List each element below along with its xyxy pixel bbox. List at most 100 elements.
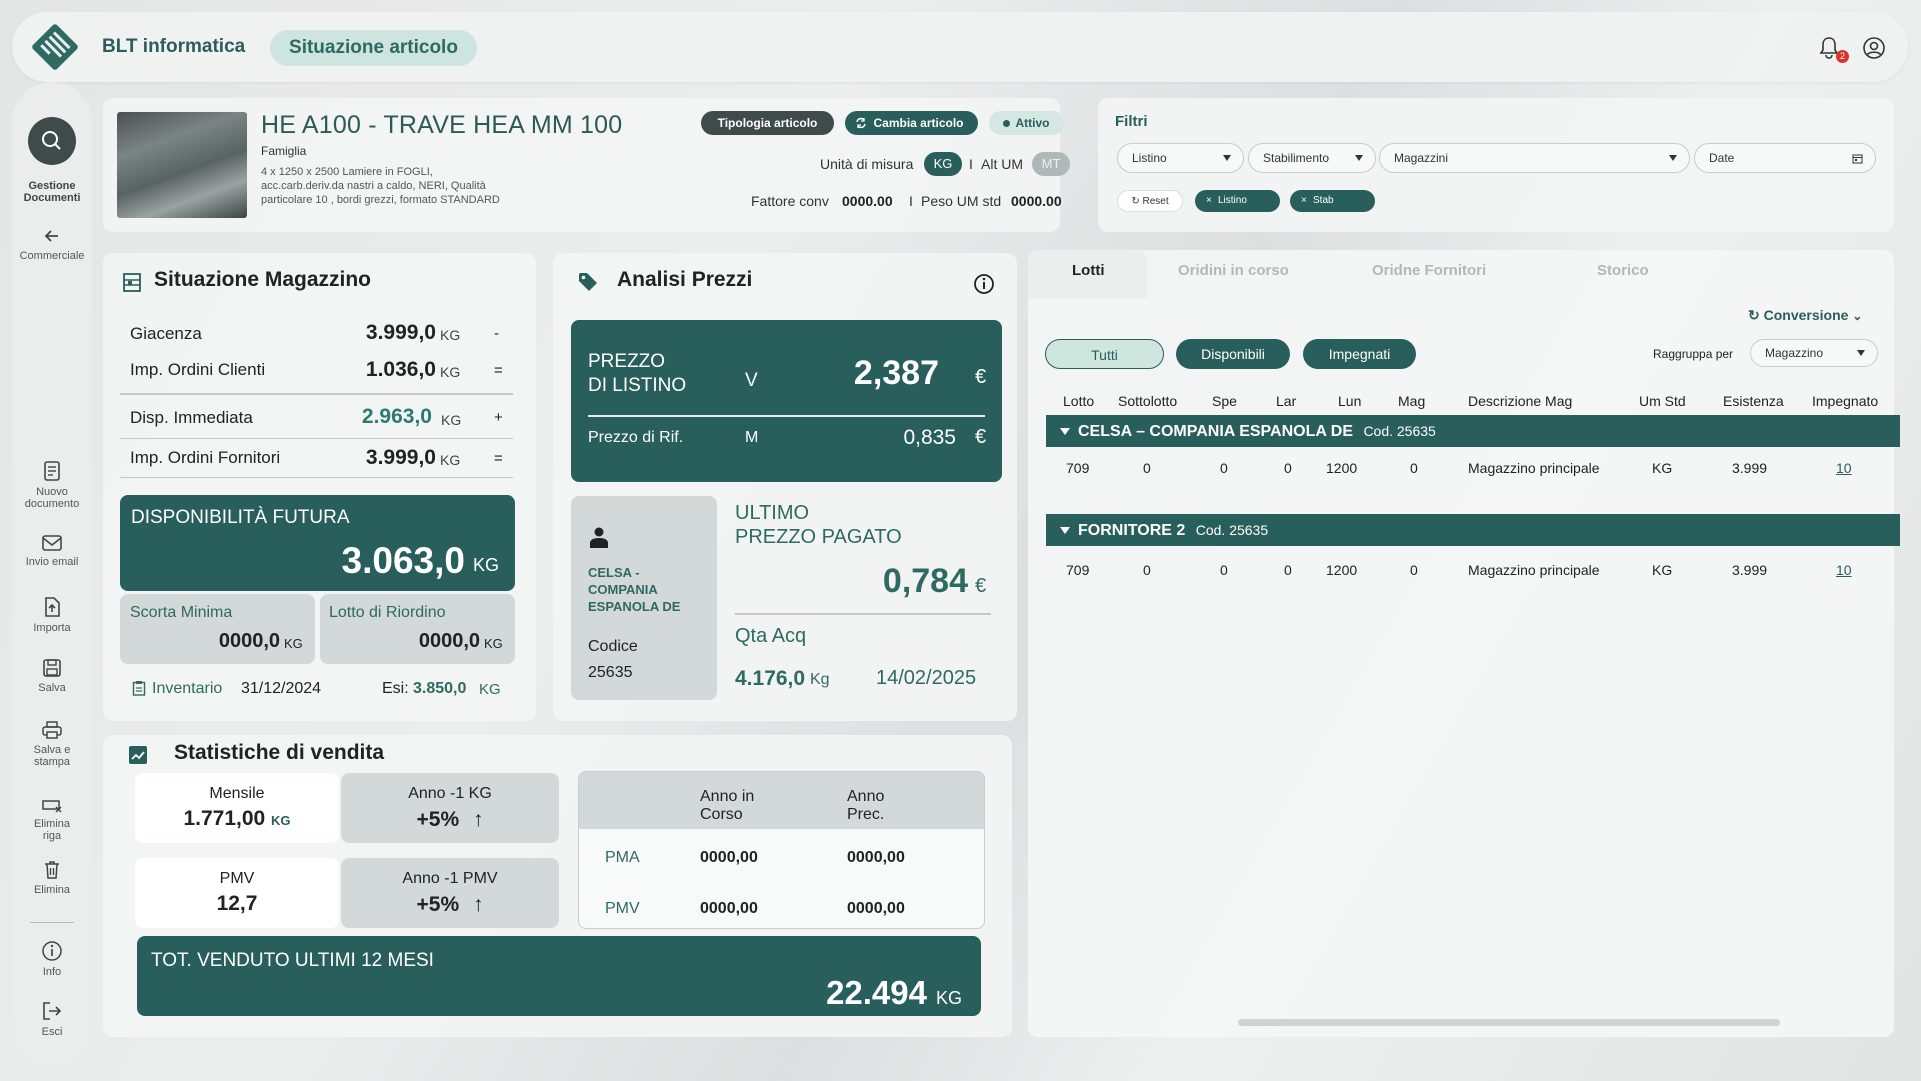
- magazzini-select[interactable]: Magazzini: [1379, 143, 1690, 173]
- sidebar-item-label: Elimina riga: [33, 818, 71, 842]
- chevron-down-icon: [1857, 350, 1865, 356]
- arrow-left-icon: [44, 230, 58, 242]
- um-kg-toggle[interactable]: KG: [924, 152, 962, 176]
- qta-acq-date: 14/02/2025: [876, 667, 977, 689]
- anno-pmv-value: +5%: [416, 893, 460, 916]
- cambia-articolo-button[interactable]: Cambia articolo: [845, 111, 978, 135]
- table-cell: 0: [1410, 562, 1418, 578]
- chevron-down-icon[interactable]: [1060, 527, 1070, 534]
- sidebar-item-invio-email[interactable]: Invio email: [12, 534, 92, 568]
- table-cell: 0: [1143, 460, 1151, 476]
- close-icon[interactable]: ×: [1206, 190, 1212, 212]
- tab-lotti[interactable]: Lotti: [1072, 262, 1104, 279]
- filter-impegnati-button[interactable]: Impegnati: [1303, 339, 1416, 369]
- column-header: Mag: [1398, 393, 1426, 409]
- alt-um-mt-toggle[interactable]: MT: [1032, 152, 1070, 176]
- disp-immediata-value: 2.963,0: [361, 405, 432, 428]
- filter-tag-listino[interactable]: × Listino: [1195, 190, 1280, 212]
- fattore-conv-label: Fattore conv: [751, 193, 829, 209]
- search-button[interactable]: [28, 117, 76, 165]
- rif-label: Prezzo di Rif.: [588, 429, 684, 446]
- fattore-separator: I: [909, 193, 913, 209]
- tot-label: TOT. VENDUTO ULTIMI 12 MESI: [151, 950, 434, 971]
- scorta-minima-card: Scorta Minima 0000,0 KG: [120, 594, 315, 664]
- giacenza-value: 3.999,0: [365, 321, 436, 344]
- filter-tutti-button[interactable]: Tutti: [1045, 339, 1164, 369]
- sidebar-item-elimina-riga[interactable]: Elimina riga: [12, 798, 92, 842]
- sidebar-item-info[interactable]: Info: [12, 940, 92, 978]
- status-dot-icon: [1003, 120, 1010, 127]
- close-icon[interactable]: ×: [1301, 190, 1307, 212]
- filter-disponibili-button[interactable]: Disponibili: [1176, 339, 1290, 369]
- statistiche-title: Statistiche di vendita: [174, 741, 385, 764]
- sidebar-item-gestione-documenti[interactable]: Gestione Documenti: [12, 180, 92, 204]
- tab-ordini-fornitori[interactable]: Oridne Fornitori: [1372, 262, 1486, 279]
- mensile-card: Mensile 1.771,00 KG: [135, 773, 339, 843]
- impegnato-link[interactable]: 10: [1836, 562, 1852, 578]
- listino-select[interactable]: Listino: [1117, 143, 1244, 173]
- group-row-celsa[interactable]: CELSA – COMPANIA ESPANOLA DE Cod. 25635: [1046, 415, 1900, 447]
- group-row-fornitore-2[interactable]: FORNITORE 2 Cod. 25635: [1046, 514, 1900, 546]
- stabilimento-select[interactable]: Stabilimento: [1248, 143, 1376, 173]
- tipologia-articolo-button[interactable]: Tipologia articolo: [701, 111, 834, 135]
- chevron-down-icon: ⌄: [1852, 309, 1863, 323]
- sidebar-item-esci[interactable]: Esci: [12, 1000, 92, 1038]
- ultimo-prezzo-value: 0,784: [882, 562, 968, 600]
- alt-um-label: Alt UM: [981, 156, 1023, 172]
- conversione-dropdown[interactable]: ↻ Conversione ⌄: [1748, 307, 1862, 324]
- sidebar-item-elimina[interactable]: Elimina: [12, 860, 92, 896]
- refresh-icon: ↻: [1748, 307, 1760, 323]
- row-label-pmv: PMV: [605, 900, 640, 917]
- prezzo-listino-card: PREZZO DI LISTINO V 2,387 € Prezzo di Rif…: [571, 320, 1002, 482]
- giacenza-label: Giacenza: [130, 324, 202, 343]
- user-icon[interactable]: [1862, 36, 1886, 60]
- tab-ordini-in-corso[interactable]: Oridini in corso: [1178, 262, 1289, 279]
- sidebar-item-label: Elimina: [33, 884, 71, 896]
- mensile-label: Mensile: [209, 785, 265, 802]
- impegnato-link[interactable]: 10: [1836, 460, 1852, 476]
- sidebar-item-label: Salva e stampa: [33, 744, 71, 768]
- sidebar-item-salva-stampa[interactable]: Salva e stampa: [12, 720, 92, 768]
- rif-currency: €: [975, 426, 987, 448]
- anno-kg-card: Anno -1 KG +5% ↑: [341, 773, 559, 843]
- sidebar-item-label: Esci: [41, 1026, 63, 1038]
- disp-immediata-label: Disp. Immediata: [130, 408, 253, 427]
- column-header-anno-prec: Anno Prec.: [847, 788, 885, 823]
- column-header: Lotto: [1063, 393, 1095, 409]
- lotto-value: 0000,0: [418, 630, 480, 652]
- divider: [120, 477, 513, 478]
- table-cell: Magazzino principale: [1468, 460, 1600, 476]
- qta-acq-value: 4.176,0: [735, 667, 806, 690]
- divider: [120, 438, 513, 439]
- article-description: 4 x 1250 x 2500 Lamiere in FOGLI, acc.ca…: [261, 164, 561, 208]
- mensile-value-row: 1.771,00 KG: [135, 807, 339, 831]
- sidebar-item-commerciale[interactable]: Commerciale: [12, 226, 92, 262]
- mail-icon: [42, 535, 62, 551]
- date-picker[interactable]: Date: [1694, 143, 1876, 173]
- lotto-riordino-card: Lotto di Riordino 0000,0 KG: [320, 594, 515, 664]
- tab-storico[interactable]: Storico: [1597, 262, 1649, 279]
- lotto-unit: KG: [484, 636, 503, 651]
- sidebar-item-salva[interactable]: Salva: [12, 658, 92, 694]
- reset-label: Reset: [1142, 196, 1169, 207]
- horizontal-scrollbar[interactable]: [1238, 1019, 1780, 1026]
- sidebar-item-importa[interactable]: Importa: [12, 596, 92, 634]
- delete-row-icon: [42, 800, 62, 813]
- anno-pmv-label: Anno -1 PMV: [402, 870, 498, 887]
- status-label: Attivo: [1015, 116, 1050, 130]
- chevron-down-icon[interactable]: [1060, 428, 1070, 435]
- table-cell: 0: [1220, 562, 1228, 578]
- ultimo-prezzo-label: ULTIMO PREZZO PAGATO: [735, 501, 902, 549]
- futura-unit: KG: [473, 555, 500, 575]
- filter-tag-stab[interactable]: × Stab: [1290, 190, 1375, 212]
- raggruppa-select[interactable]: Magazzino: [1750, 339, 1878, 367]
- reset-button[interactable]: ↻ Reset: [1117, 190, 1183, 212]
- sidebar-item-nuovo-documento[interactable]: Nuovo documento: [12, 460, 92, 510]
- chart-icon: [129, 746, 147, 764]
- column-header: Descrizione Mag: [1468, 393, 1573, 409]
- pma-anno-prec: 0000,00: [847, 849, 905, 866]
- save-icon: [43, 659, 61, 677]
- ultimo-label-line: PREZZO PAGATO: [735, 526, 902, 548]
- group-code: Cod. 25635: [1363, 423, 1436, 439]
- listino-select-value: Listino: [1132, 151, 1167, 165]
